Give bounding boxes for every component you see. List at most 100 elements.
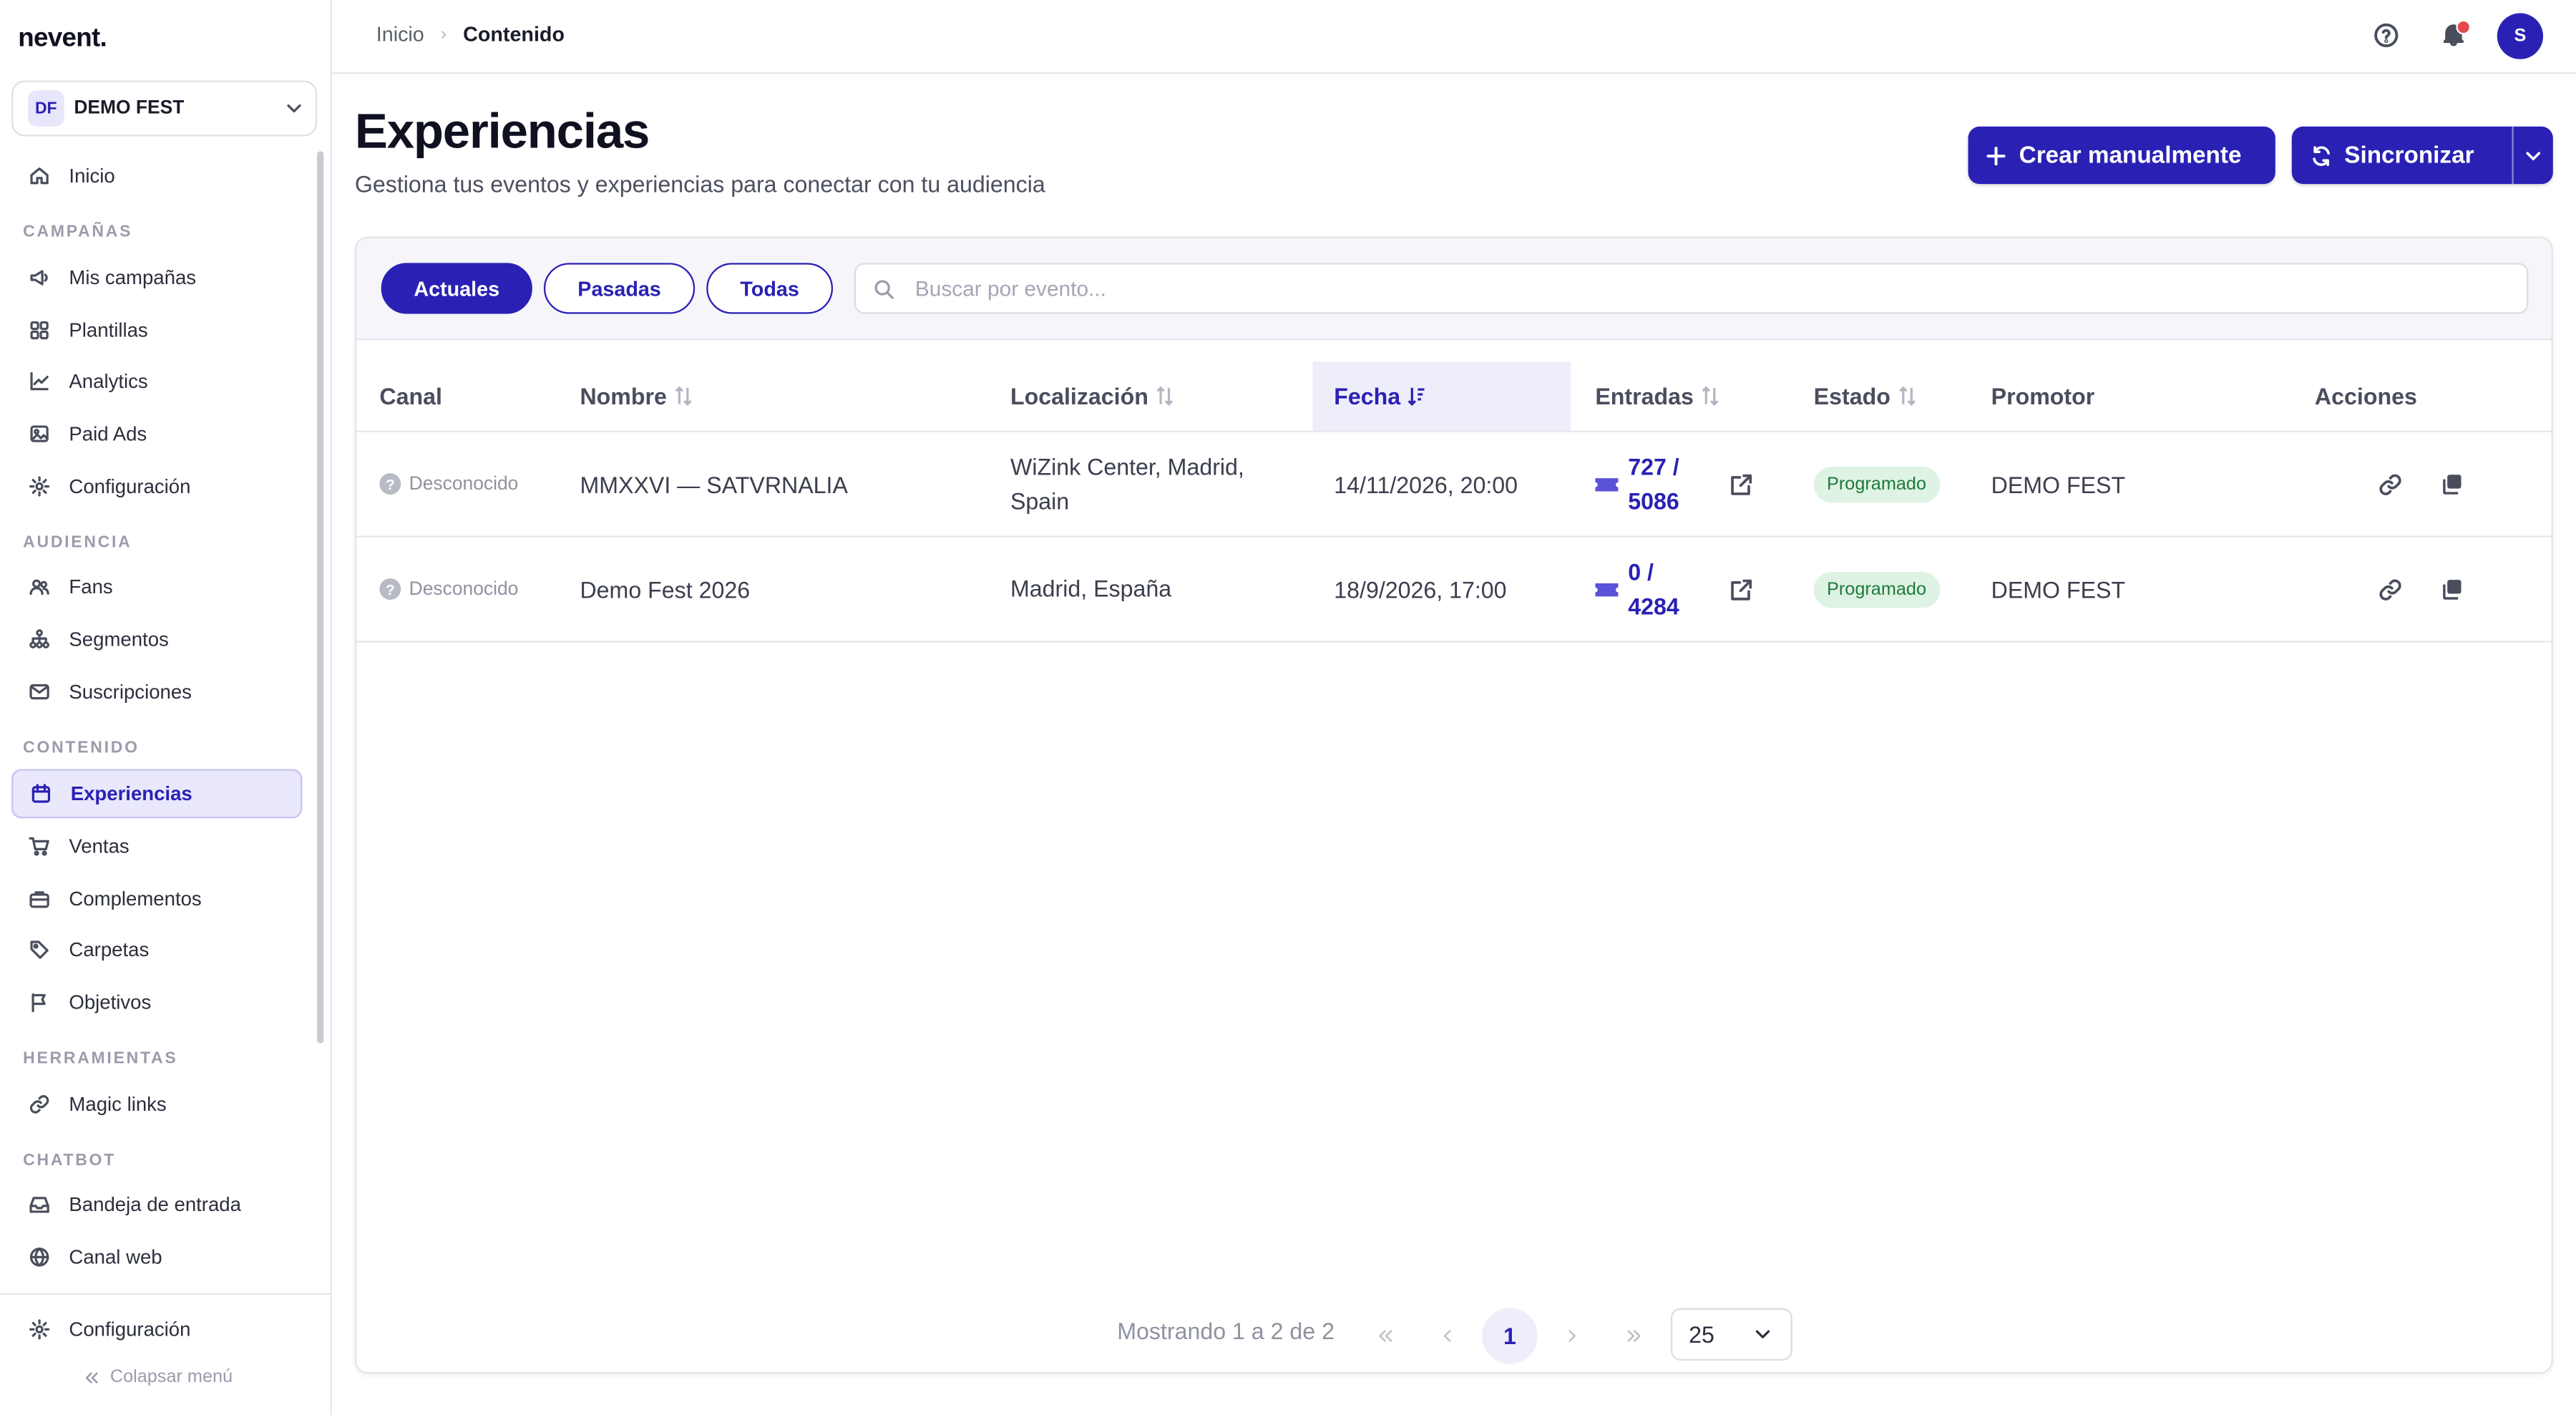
- sidebar-item-paid-ads[interactable]: Paid Ads: [11, 409, 302, 459]
- page-title: Experiencias: [354, 104, 650, 160]
- org-switcher[interactable]: DF DEMO FEST: [11, 80, 318, 137]
- create-manually-button[interactable]: Crear manualmente: [1968, 126, 2275, 185]
- sidebar-item-label: Mis campañas: [69, 266, 197, 290]
- sidebar-item-campaign-settings[interactable]: Configuración: [11, 462, 302, 511]
- question-icon: ?: [379, 473, 401, 495]
- sidebar-item-label: Complementos: [69, 887, 202, 910]
- next-page-button[interactable]: [1544, 1308, 1600, 1364]
- external-link-icon: [1731, 578, 1752, 600]
- duplicate-button[interactable]: [2439, 432, 2464, 536]
- sidebar-item-magic-links[interactable]: Magic links: [11, 1079, 302, 1129]
- column-nombre[interactable]: Nombre: [580, 361, 693, 430]
- first-page-button[interactable]: [1357, 1308, 1413, 1364]
- sidebar-item-plantillas[interactable]: Plantillas: [11, 306, 302, 355]
- sidebar-item-label: Configuración: [69, 1318, 191, 1341]
- event-name[interactable]: Demo Fest 2026: [580, 538, 750, 641]
- tab-pasadas[interactable]: Pasadas: [543, 263, 696, 314]
- sort-icon: [675, 386, 692, 407]
- copy-link-button[interactable]: [2377, 432, 2404, 536]
- gear-icon: [29, 476, 50, 497]
- copy-icon: [2443, 475, 2462, 495]
- tickets-cell: 727 / 5086: [1595, 432, 1707, 536]
- tab-actuales[interactable]: Actuales: [381, 263, 532, 314]
- open-sales-button[interactable]: [1728, 432, 1755, 536]
- breadcrumb-home[interactable]: Inicio: [376, 23, 424, 46]
- breadcrumb-current: Contenido: [463, 23, 565, 47]
- flag-icon: [31, 993, 46, 1013]
- sidebar-item-ventas[interactable]: Ventas: [11, 822, 302, 871]
- column-label: Acciones: [2314, 382, 2417, 409]
- section-chatbot: CHATBOT: [23, 1152, 116, 1170]
- sidebar-item-objetivos[interactable]: Objetivos: [11, 978, 302, 1027]
- double-chevron-left-icon: [85, 1371, 98, 1383]
- duplicate-button[interactable]: [2439, 538, 2464, 641]
- column-entradas[interactable]: Entradas: [1595, 361, 1719, 430]
- sidebar-item-fans[interactable]: Fans: [11, 562, 302, 611]
- column-localizacion[interactable]: Localización: [1010, 361, 1175, 430]
- column-estado[interactable]: Estado: [1814, 361, 1917, 430]
- chevron-right-icon: [1568, 1330, 1576, 1342]
- tab-todas[interactable]: Todas: [706, 263, 834, 314]
- event-name[interactable]: MMXXVI — SATVRNALIA: [580, 432, 847, 536]
- gear-icon: [29, 1319, 50, 1340]
- channel-cell: ? Desconocido: [379, 432, 518, 536]
- sidebar-item-label: Segmentos: [69, 628, 169, 651]
- section-tools: HERRAMIENTAS: [23, 1050, 178, 1069]
- sidebar-item-complementos[interactable]: Complementos: [11, 874, 302, 923]
- sort-icon: [1702, 386, 1719, 407]
- page-1-button[interactable]: 1: [1481, 1308, 1538, 1364]
- last-page-button[interactable]: [1606, 1308, 1662, 1364]
- promoter-cell: DEMO FEST: [1991, 470, 2126, 497]
- copy-link-button[interactable]: [2377, 538, 2404, 641]
- double-chevron-left-icon: [1379, 1330, 1392, 1342]
- help-button[interactable]: [2372, 21, 2400, 49]
- cart-icon: [29, 837, 49, 856]
- section-campaigns: CAMPAÑAS: [23, 223, 133, 242]
- sync-dropdown-button[interactable]: [2514, 144, 2553, 167]
- column-label: Nombre: [580, 382, 667, 409]
- filter-bar: Actuales Pasadas Todas: [356, 238, 2552, 341]
- promoter-cell: DEMO FEST: [1991, 575, 2126, 603]
- table-row: ? Desconocido Demo Fest 2026 Madrid, Esp…: [356, 538, 2552, 643]
- sidebar-item-carpetas[interactable]: Carpetas: [11, 925, 302, 975]
- sync-button[interactable]: Sincronizar: [2292, 142, 2492, 168]
- sidebar-item-bandeja[interactable]: Bandeja de entrada: [11, 1180, 302, 1229]
- refresh-icon: [2313, 145, 2330, 165]
- sidebar-item-label: Ventas: [69, 835, 130, 858]
- column-fecha[interactable]: Fecha: [1312, 361, 1571, 431]
- sidebar-item-configuracion[interactable]: Configuración: [11, 1305, 302, 1354]
- status-badge: Programado: [1813, 570, 1940, 608]
- experiences-card: Actuales Pasadas Todas Canal Nombre Loca…: [354, 236, 2553, 1374]
- app-logo: nevent.: [18, 24, 107, 53]
- search-input[interactable]: [912, 274, 2527, 303]
- date-cell: 18/9/2026, 17:00: [1334, 575, 1507, 603]
- sidebar-item-label: Magic links: [69, 1092, 167, 1116]
- sidebar-item-segmentos[interactable]: Segmentos: [11, 615, 302, 664]
- pagination-summary: Mostrando 1 a 2 de 2: [1117, 1318, 1335, 1345]
- sidebar-item-experiencias[interactable]: Experiencias: [11, 769, 303, 819]
- tickets-value[interactable]: 727 / 5086: [1628, 449, 1707, 518]
- sidebar-item-suscripciones[interactable]: Suscripciones: [11, 667, 302, 716]
- prev-page-button[interactable]: [1420, 1308, 1475, 1364]
- avatar[interactable]: S: [2497, 13, 2544, 59]
- top-bar: Inicio › Contenido S: [330, 0, 2576, 74]
- channel-text: Desconocido: [409, 474, 519, 494]
- page-size-select[interactable]: 25: [1670, 1308, 1792, 1361]
- sidebar-item-inicio[interactable]: Inicio: [11, 151, 302, 200]
- ticket-icon: [1595, 582, 1619, 596]
- link-icon: [2379, 578, 2401, 600]
- sidebar-scrollbar[interactable]: [317, 151, 324, 1044]
- sidebar-item-label: Fans: [69, 575, 113, 598]
- collapse-menu-button[interactable]: Colapsar menú: [82, 1367, 233, 1387]
- sidebar-item-label: Suscripciones: [69, 680, 192, 704]
- table-header: Canal Nombre Localización Fecha Entradas…: [356, 361, 2552, 432]
- tickets-value[interactable]: 0 / 4284: [1628, 555, 1707, 623]
- notification-badge: [2456, 19, 2472, 35]
- sidebar-item-analytics[interactable]: Analytics: [11, 356, 302, 406]
- sidebar-item-label: Bandeja de entrada: [69, 1192, 241, 1216]
- sidebar-item-canal-web[interactable]: Canal web: [11, 1232, 302, 1282]
- sync-button-group: Sincronizar: [2291, 126, 2553, 185]
- open-sales-button[interactable]: [1728, 538, 1755, 641]
- org-badge: DF: [28, 90, 64, 127]
- sidebar-item-mis-campanas[interactable]: Mis campañas: [11, 253, 302, 303]
